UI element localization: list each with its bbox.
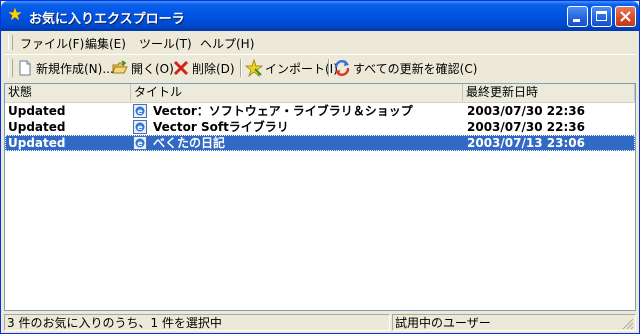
- new-document-icon: [16, 59, 34, 77]
- row-title: Vector：ソフトウェア・ライブラリ＆ショップ: [153, 104, 413, 118]
- check-updates-icon: [333, 59, 351, 77]
- row-updated: 2003/07/30 22:36: [467, 104, 585, 118]
- maximize-button[interactable]: [591, 6, 612, 27]
- row-status: Updated: [8, 136, 66, 150]
- row-updated: 2003/07/30 22:36: [467, 120, 585, 134]
- row-title: Vector Softライブラリ: [153, 120, 289, 134]
- delete-x-icon: [172, 59, 190, 77]
- open-button-label: 開く(O): [131, 61, 174, 76]
- title-bar[interactable]: ★ お気に入りエクスプローラ: [1, 1, 639, 31]
- favorites-list[interactable]: 状態 タイトル 最終更新日時 Updated e Vector：ソフトウェア・ラ…: [4, 83, 636, 311]
- svg-text:e: e: [137, 123, 143, 132]
- toolbar-grip: [8, 59, 13, 77]
- delete-button[interactable]: 削除(D): [172, 58, 235, 78]
- menu-file[interactable]: ファイル(F): [20, 35, 84, 52]
- svg-text:e: e: [137, 139, 143, 148]
- check-all-updates-button[interactable]: すべての更新を確認(C): [333, 58, 477, 78]
- column-header-title[interactable]: タイトル: [131, 84, 463, 101]
- import-star-icon: [244, 58, 264, 78]
- menu-edit[interactable]: 編集(E): [85, 35, 126, 52]
- ie-page-icon: e: [133, 136, 147, 150]
- menu-bar: ファイル(F) 編集(E) ツール(T) ヘルプ(H): [4, 32, 636, 52]
- status-user-text: 試用中のユーザー: [392, 314, 636, 331]
- open-button[interactable]: 開く(O): [111, 58, 174, 78]
- svg-text:e: e: [137, 107, 143, 116]
- minimize-button[interactable]: [567, 6, 588, 27]
- row-title: べくたの日記: [153, 136, 226, 150]
- status-selection-text: 3 件のお気に入りのうち、1 件を選択中: [4, 314, 390, 331]
- minimize-icon: [573, 19, 580, 22]
- delete-button-label: 削除(D): [192, 61, 235, 76]
- ie-page-icon: e: [133, 104, 147, 118]
- import-button-label: インポート(I): [265, 61, 338, 76]
- new-button-label: 新規作成(N)...: [36, 61, 114, 76]
- window-title: お気に入りエクスプローラ: [29, 12, 185, 27]
- app-window: ★ お気に入りエクスプローラ ファイル(F) 編集(E) ツール(T) ヘルプ(…: [0, 0, 640, 334]
- toolbar: 新規作成(N)... 開く(O) 削除(D) インポート(I) すべての更新を確…: [4, 54, 636, 81]
- column-header-status[interactable]: 状態: [5, 84, 131, 101]
- menu-help[interactable]: ヘルプ(H): [200, 35, 254, 52]
- row-status: Updated: [8, 120, 66, 134]
- status-bar: 3 件のお気に入りのうち、1 件を選択中 試用中のユーザー: [4, 313, 636, 332]
- toolbar-separator: [240, 59, 242, 77]
- row-status: Updated: [8, 104, 66, 118]
- toolbar-separator: [328, 59, 330, 77]
- resize-grip-icon[interactable]: [622, 318, 634, 330]
- maximize-icon: [596, 11, 607, 21]
- menu-tools[interactable]: ツール(T): [139, 35, 192, 52]
- new-button[interactable]: 新規作成(N)...: [16, 58, 114, 78]
- star-icon: ★: [7, 5, 23, 25]
- list-item[interactable]: Updated e Vector Softライブラリ 2003/07/30 22…: [5, 119, 635, 135]
- close-button[interactable]: [615, 6, 636, 27]
- ie-page-icon: e: [133, 120, 147, 134]
- list-header: 状態 タイトル 最終更新日時: [5, 84, 635, 103]
- menu-grip: [8, 35, 13, 50]
- import-button[interactable]: インポート(I): [244, 58, 338, 78]
- list-item[interactable]: Updated e べくたの日記 2003/07/13 23:06: [5, 135, 635, 151]
- row-updated: 2003/07/13 23:06: [467, 136, 585, 150]
- column-header-updated[interactable]: 最終更新日時: [463, 84, 635, 101]
- open-folder-icon: [111, 59, 129, 77]
- list-item[interactable]: Updated e Vector：ソフトウェア・ライブラリ＆ショップ 2003/…: [5, 103, 635, 119]
- check-all-updates-label: すべての更新を確認(C): [353, 61, 478, 76]
- close-icon: [620, 11, 631, 22]
